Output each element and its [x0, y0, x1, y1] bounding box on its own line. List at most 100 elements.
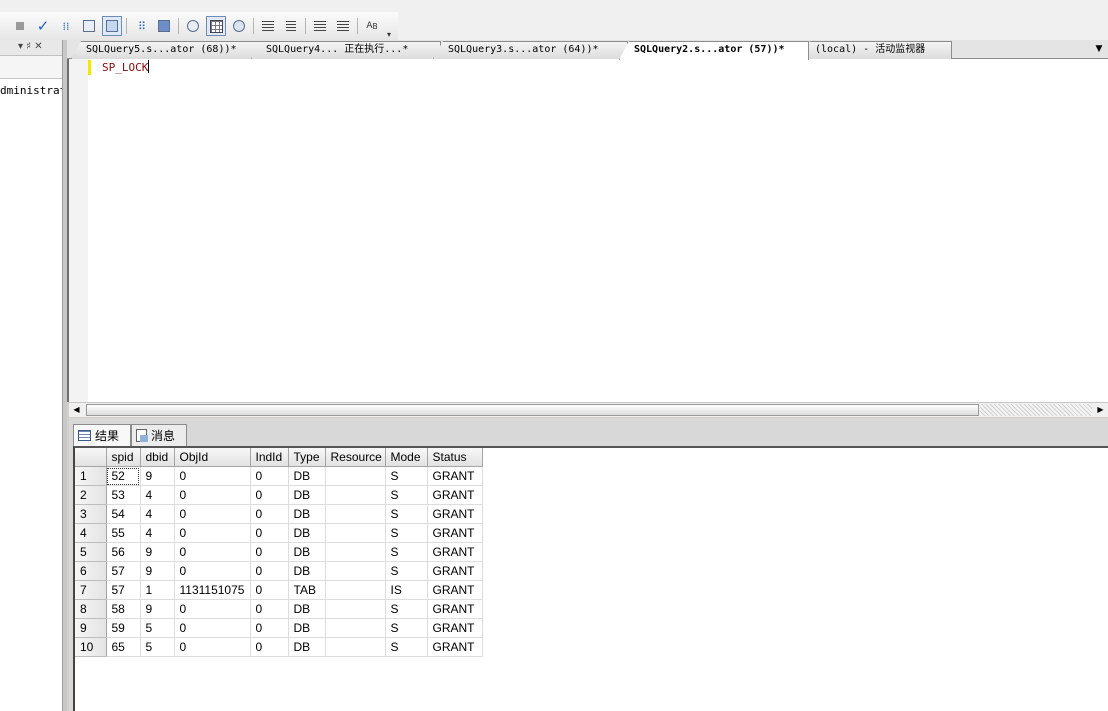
cell-type[interactable]: DB: [288, 637, 326, 657]
cell-spid[interactable]: 55: [106, 523, 141, 543]
cell-status[interactable]: GRANT: [427, 618, 483, 638]
tab-messages[interactable]: 消息: [131, 424, 187, 446]
cell-dbid[interactable]: 4: [140, 485, 175, 505]
column-header-mode[interactable]: Mode: [385, 448, 428, 467]
column-header-indid[interactable]: IndId: [250, 448, 289, 467]
cell-mode[interactable]: IS: [385, 580, 428, 600]
cell-status[interactable]: GRANT: [427, 637, 483, 657]
cell-dbid[interactable]: 5: [140, 618, 175, 638]
cell-objid[interactable]: 0: [174, 637, 251, 657]
cell-objid[interactable]: 1131151075: [174, 580, 251, 600]
cell-spid[interactable]: 58: [106, 599, 141, 619]
column-header-status[interactable]: Status: [427, 448, 483, 467]
decrease-indent-icon[interactable]: [310, 16, 330, 36]
cell-type[interactable]: DB: [288, 485, 326, 505]
uncomment-icon[interactable]: [281, 16, 301, 36]
cell-spid[interactable]: 52: [106, 466, 141, 486]
increase-indent-icon[interactable]: [333, 16, 353, 36]
cell-mode[interactable]: S: [385, 466, 428, 486]
cell-type[interactable]: DB: [288, 523, 326, 543]
column-header-spid[interactable]: spid: [106, 448, 141, 467]
cell-resource[interactable]: [325, 466, 386, 486]
cell-mode[interactable]: S: [385, 599, 428, 619]
code-line[interactable]: SP_LOCK: [102, 60, 150, 75]
cell-spid[interactable]: 53: [106, 485, 141, 505]
spec-values-icon[interactable]: AB: [362, 16, 382, 36]
row-number[interactable]: 10: [75, 637, 107, 657]
corner-header[interactable]: [75, 448, 107, 467]
table-row[interactable]: 10 65 5 0 0 DB S GRANT: [75, 637, 483, 657]
comment-icon[interactable]: [258, 16, 278, 36]
cell-objid[interactable]: 0: [174, 485, 251, 505]
table-row[interactable]: 3 54 4 0 0 DB S GRANT: [75, 504, 483, 524]
row-number[interactable]: 4: [75, 523, 107, 543]
cell-dbid[interactable]: 9: [140, 466, 175, 486]
scroll-thumb[interactable]: [86, 404, 979, 416]
cell-objid[interactable]: 0: [174, 523, 251, 543]
tab-results[interactable]: 结果: [73, 424, 131, 446]
cell-dbid[interactable]: 1: [140, 580, 175, 600]
cell-dbid[interactable]: 9: [140, 599, 175, 619]
row-number[interactable]: 2: [75, 485, 107, 505]
tab-sqlquery2[interactable]: SQLQuery2.s...ator (57))*: [619, 41, 809, 60]
cell-mode[interactable]: S: [385, 637, 428, 657]
cell-indid[interactable]: 0: [250, 485, 289, 505]
cell-objid[interactable]: 0: [174, 599, 251, 619]
stop-icon[interactable]: [10, 16, 30, 36]
query-design-icon[interactable]: [154, 16, 174, 36]
cell-indid[interactable]: 0: [250, 618, 289, 638]
cell-mode[interactable]: S: [385, 504, 428, 524]
results-file-icon[interactable]: [229, 16, 249, 36]
cell-status[interactable]: GRANT: [427, 466, 483, 486]
tab-sqlquery4[interactable]: SQLQuery4... 正在执行...*: [251, 41, 441, 59]
table-row[interactable]: 8 58 9 0 0 DB S GRANT: [75, 599, 483, 619]
cell-status[interactable]: GRANT: [427, 599, 483, 619]
row-number[interactable]: 5: [75, 542, 107, 562]
cell-resource[interactable]: [325, 599, 386, 619]
cell-spid[interactable]: 57: [106, 561, 141, 581]
cell-resource[interactable]: [325, 523, 386, 543]
scroll-track[interactable]: [980, 404, 1092, 416]
tab-sqlquery5[interactable]: SQLQuery5.s...ator (68))*: [71, 41, 265, 59]
cell-type[interactable]: DB: [288, 599, 326, 619]
scroll-left-icon[interactable]: ◀: [69, 403, 84, 417]
cell-dbid[interactable]: 9: [140, 561, 175, 581]
row-number[interactable]: 3: [75, 504, 107, 524]
cell-indid[interactable]: 0: [250, 542, 289, 562]
table-row[interactable]: 5 56 9 0 0 DB S GRANT: [75, 542, 483, 562]
cell-spid[interactable]: 57: [106, 580, 141, 600]
cell-dbid[interactable]: 5: [140, 637, 175, 657]
column-header-type[interactable]: Type: [288, 448, 326, 467]
table-row[interactable]: 9 59 5 0 0 DB S GRANT: [75, 618, 483, 638]
cell-dbid[interactable]: 4: [140, 504, 175, 524]
estimated-plan-icon[interactable]: ⠿: [132, 16, 152, 36]
column-header-resource[interactable]: Resource: [325, 448, 386, 467]
table-row[interactable]: 7 57 1 1131151075 0 TAB IS GRANT: [75, 580, 483, 600]
cell-spid[interactable]: 56: [106, 542, 141, 562]
cell-status[interactable]: GRANT: [427, 504, 483, 524]
table-row[interactable]: 4 55 4 0 0 DB S GRANT: [75, 523, 483, 543]
cell-spid[interactable]: 54: [106, 504, 141, 524]
cell-indid[interactable]: 0: [250, 561, 289, 581]
cell-spid[interactable]: 59: [106, 618, 141, 638]
debug-icon[interactable]: ⁞⁞: [56, 16, 76, 36]
row-number[interactable]: 8: [75, 599, 107, 619]
cell-objid[interactable]: 0: [174, 618, 251, 638]
cell-type[interactable]: DB: [288, 504, 326, 524]
cell-indid[interactable]: 0: [250, 504, 289, 524]
cell-type[interactable]: DB: [288, 618, 326, 638]
plan-icon[interactable]: [79, 16, 99, 36]
editor-horizontal-scrollbar[interactable]: ◀ ▶: [69, 402, 1108, 417]
results-grid-icon[interactable]: [206, 16, 226, 36]
results-text-icon[interactable]: [183, 16, 203, 36]
cell-type[interactable]: TAB: [288, 580, 326, 600]
table-row[interactable]: 6 57 9 0 0 DB S GRANT: [75, 561, 483, 581]
cell-status[interactable]: GRANT: [427, 580, 483, 600]
scroll-right-icon[interactable]: ▶: [1093, 403, 1108, 417]
table-row[interactable]: 1 52 9 0 0 DB S GRANT: [75, 466, 483, 486]
column-header-objid[interactable]: ObjId: [174, 448, 251, 467]
cell-objid[interactable]: 0: [174, 466, 251, 486]
cell-type[interactable]: DB: [288, 542, 326, 562]
cell-indid[interactable]: 0: [250, 580, 289, 600]
row-number[interactable]: 7: [75, 580, 107, 600]
